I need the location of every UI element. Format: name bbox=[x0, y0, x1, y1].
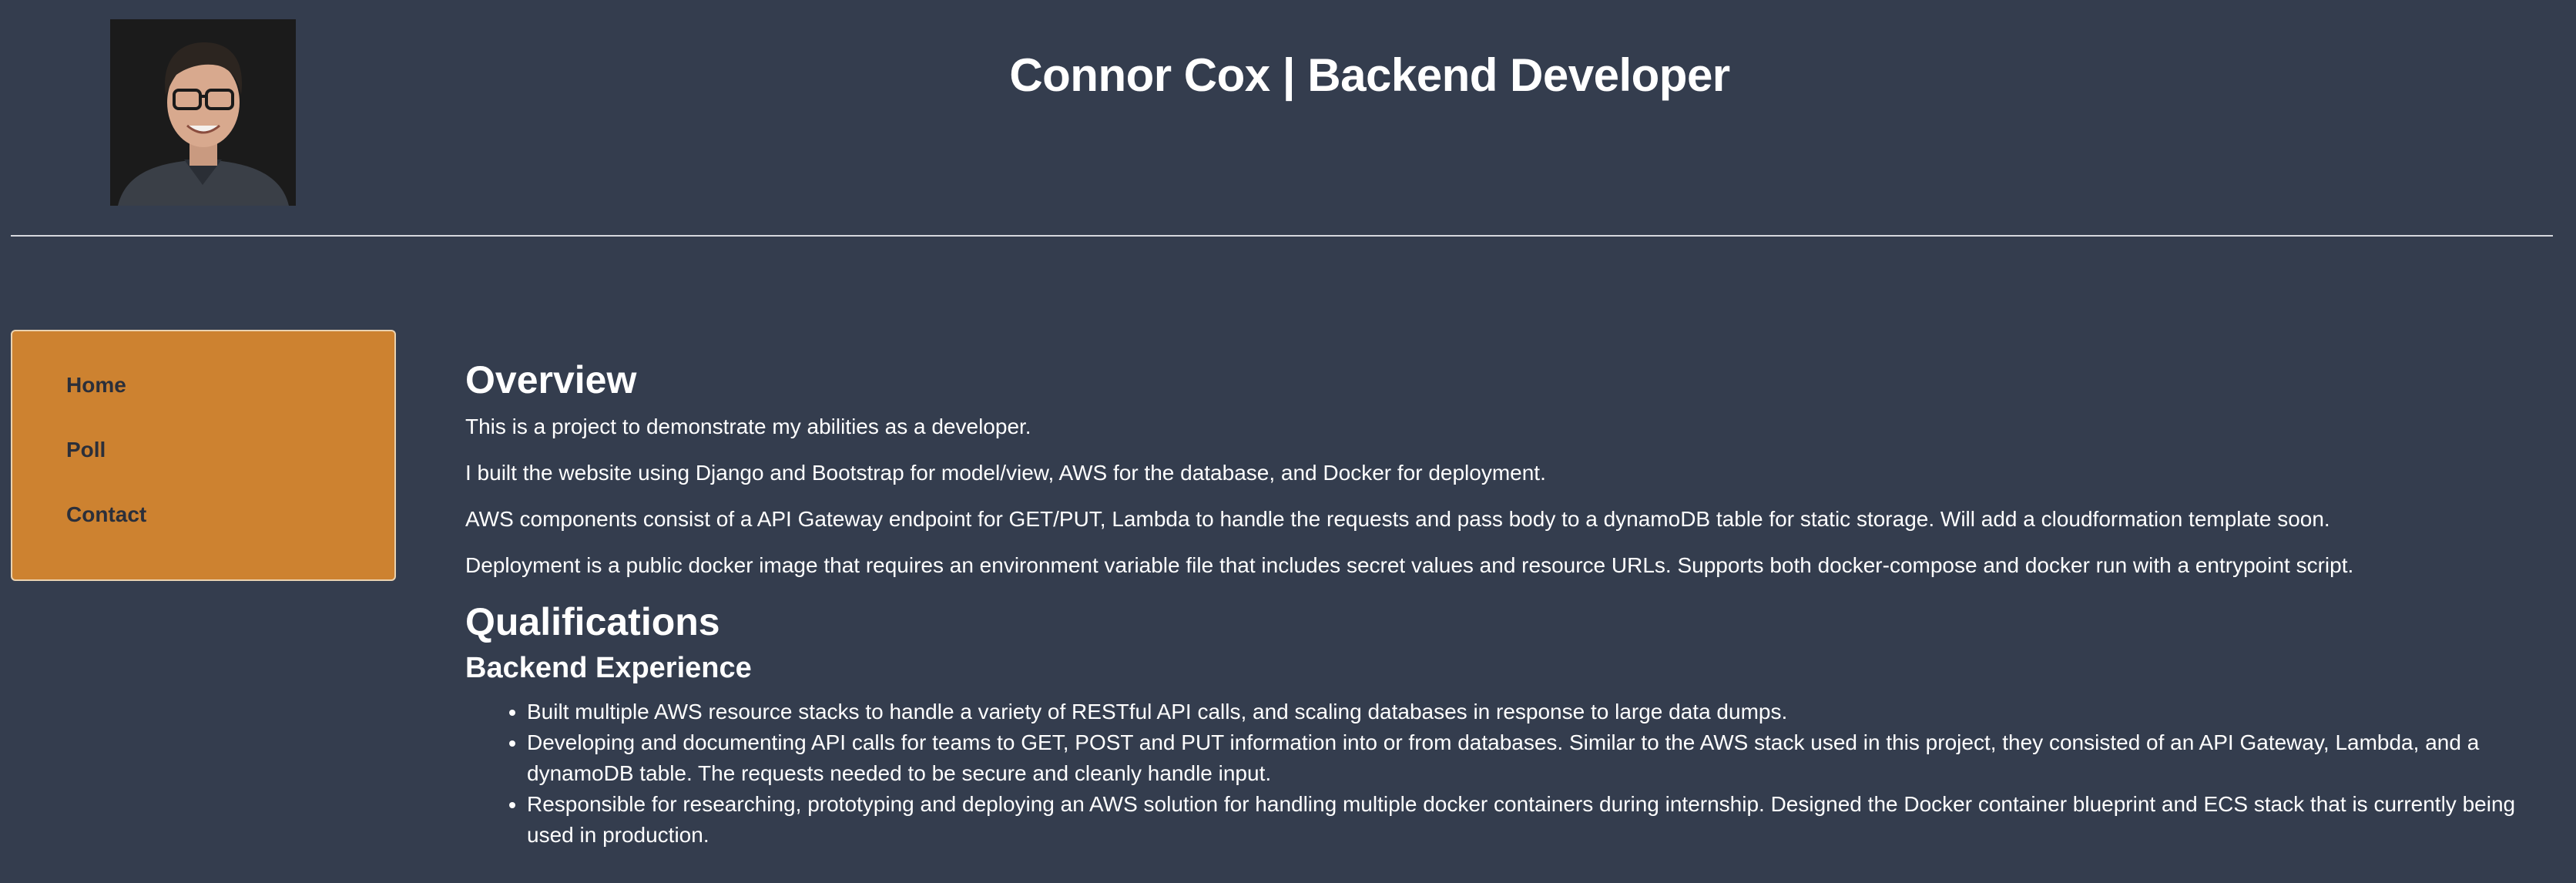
list-item: Responsible for researching, prototyping… bbox=[527, 789, 2545, 851]
sidebar-item-poll[interactable]: Poll bbox=[66, 436, 394, 501]
page-title: Connor Cox | Backend Developer bbox=[1009, 49, 1730, 101]
backend-experience-heading: Backend Experience bbox=[465, 652, 752, 684]
sidebar-item-contact[interactable]: Contact bbox=[66, 501, 394, 566]
overview-heading: Overview bbox=[465, 358, 637, 401]
qualifications-heading: Qualifications bbox=[465, 600, 720, 643]
sidebar-nav: Home Poll Contact bbox=[11, 330, 396, 581]
page: Connor Cox | Backend Developer Home Poll… bbox=[0, 0, 2576, 883]
overview-paragraph: AWS components consist of a API Gateway … bbox=[465, 507, 2330, 531]
sidebar-item-home[interactable]: Home bbox=[66, 371, 394, 436]
overview-paragraph: This is a project to demonstrate my abil… bbox=[465, 415, 1031, 438]
list-item: Built multiple AWS resource stacks to ha… bbox=[527, 697, 2545, 727]
overview-paragraph: Deployment is a public docker image that… bbox=[465, 553, 2354, 577]
overview-paragraph: I built the website using Django and Boo… bbox=[465, 461, 1546, 485]
list-item: Developing and documenting API calls for… bbox=[527, 727, 2545, 789]
experience-list: Built multiple AWS resource stacks to ha… bbox=[465, 697, 2545, 851]
header-divider bbox=[11, 235, 2553, 237]
main-content: Overview This is a project to demonstrat… bbox=[465, 356, 2545, 851]
